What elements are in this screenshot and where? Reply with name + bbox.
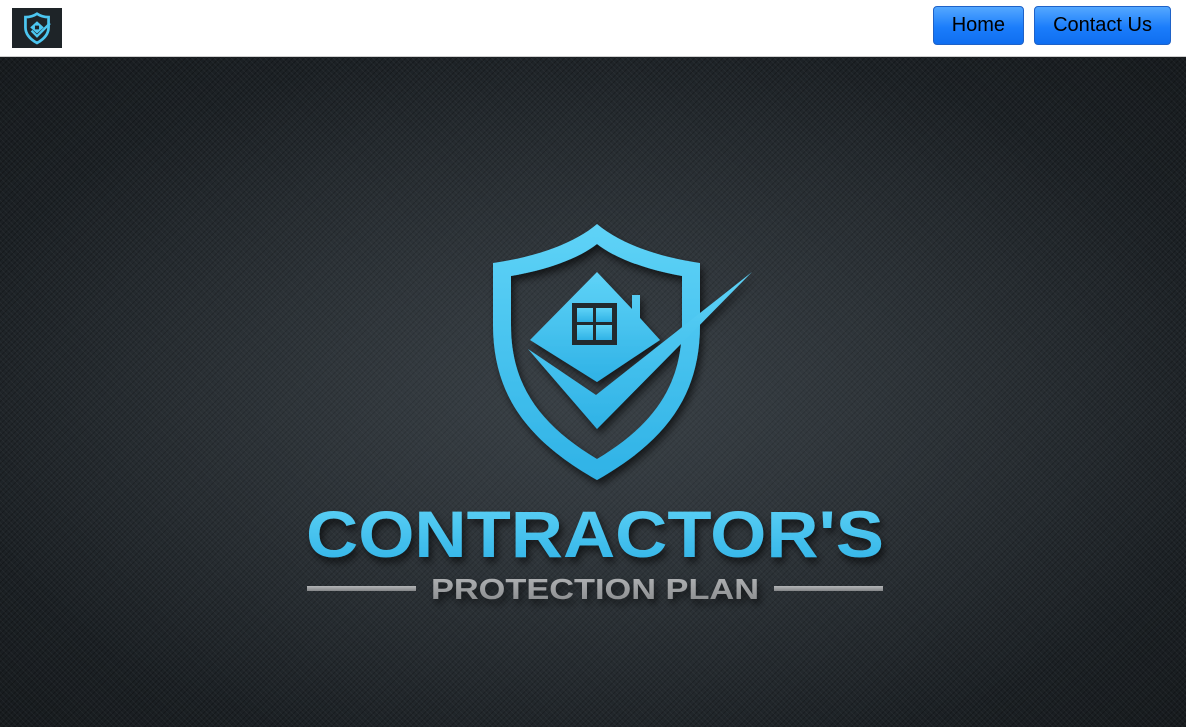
main-navigation: Home Contact Us xyxy=(932,6,1171,45)
hero-banner: CONTRACTOR'S PROTECTION PLAN xyxy=(0,57,1186,727)
brand-logo[interactable] xyxy=(12,8,62,48)
contact-us-button[interactable]: Contact Us xyxy=(1034,6,1171,45)
logo-title: CONTRACTOR'S xyxy=(306,497,884,571)
hero-logo: CONTRACTOR'S PROTECTION PLAN xyxy=(306,224,884,606)
shield-house-check-icon xyxy=(24,12,51,45)
logo-subtitle: PROTECTION PLAN xyxy=(431,574,759,606)
subtitle-right-rule xyxy=(774,586,883,591)
shield-house-check-icon xyxy=(493,224,752,480)
subtitle-left-rule xyxy=(307,586,416,591)
top-navigation-bar: Home Contact Us xyxy=(0,0,1186,57)
home-button[interactable]: Home xyxy=(932,6,1025,45)
